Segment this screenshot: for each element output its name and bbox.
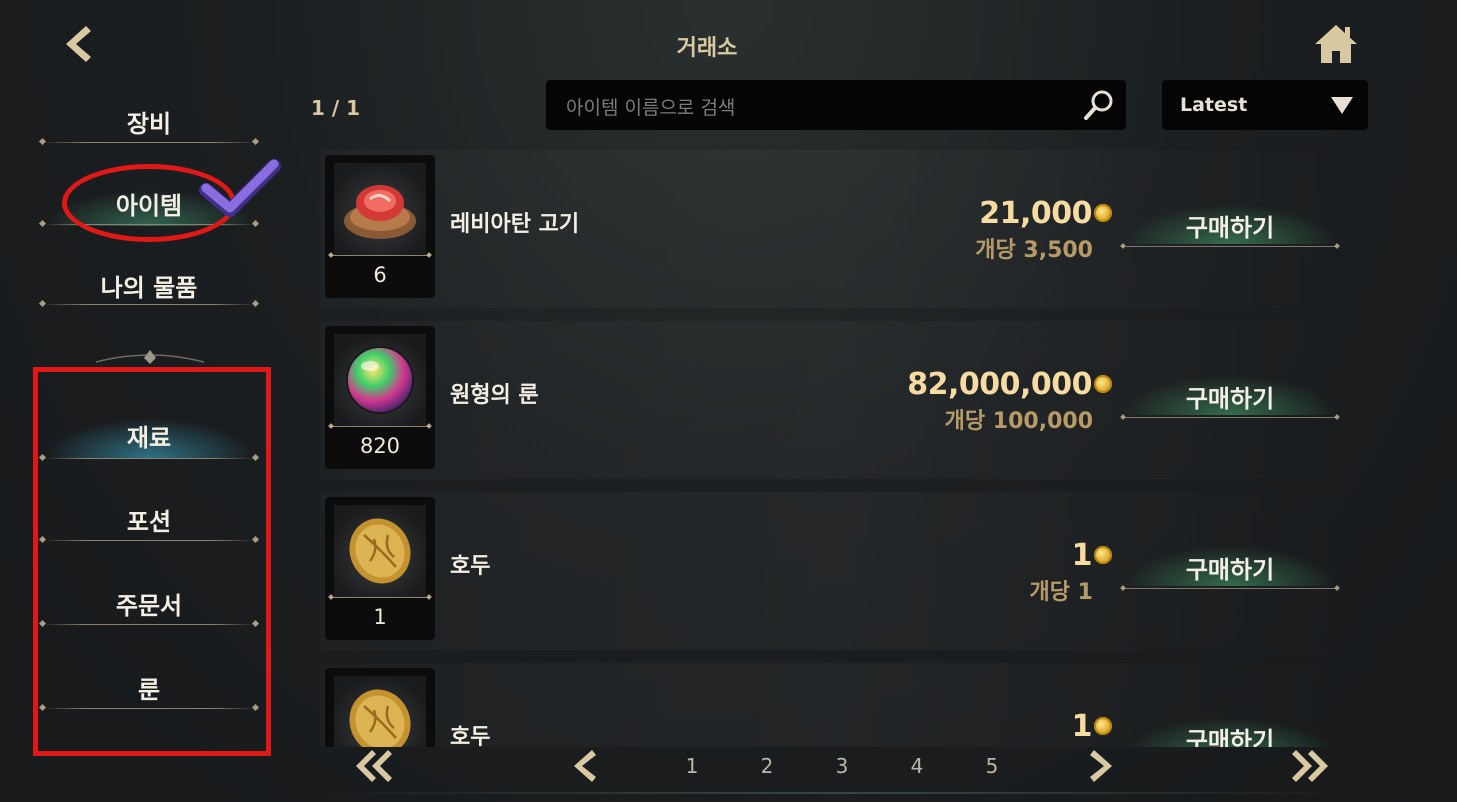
next-page-button[interactable] <box>1078 746 1126 786</box>
list-item: 820 원형의 룬 82,000,000 개당 100,000 구매하기 <box>320 321 1360 481</box>
sort-selected-value: Latest <box>1180 94 1248 116</box>
rune-orb-icon <box>346 346 414 414</box>
previous-page-button[interactable] <box>560 746 608 786</box>
divider <box>331 597 429 598</box>
buy-button[interactable]: 구매하기 <box>1122 367 1338 421</box>
search-input[interactable]: 아이템 이름으로 검색 <box>546 80 1126 130</box>
page-number[interactable]: 5 <box>977 754 1007 778</box>
item-list[interactable]: 6 레비아탄 고기 21,000 개당 3,500 구매하기 820 원형의 룬… <box>320 150 1360 747</box>
chevron-right-icon <box>1090 750 1112 782</box>
dropdown-arrow-icon <box>1331 97 1353 114</box>
buy-button-label: 구매하기 <box>1185 214 1275 242</box>
annotation-rectangle <box>33 367 271 756</box>
buy-button-label: 구매하기 <box>1185 385 1275 413</box>
bottom-divider <box>320 792 1360 794</box>
item-quantity: 6 <box>373 263 387 287</box>
list-item: 1 호두 1 개당 1 구매하기 <box>320 492 1360 652</box>
gold-coin-icon <box>1094 204 1112 222</box>
buy-button[interactable]: 구매하기 <box>1122 196 1338 250</box>
sidebar-item-my-items[interactable]: 나의 물품 <box>38 268 260 338</box>
divider <box>331 255 429 256</box>
search-icon[interactable] <box>1082 88 1116 122</box>
list-item: 호두 1 구매하기 <box>320 663 1360 747</box>
list-item: 6 레비아탄 고기 21,000 개당 3,500 구매하기 <box>320 150 1360 310</box>
item-name: 원형의 룬 <box>450 383 539 408</box>
double-chevron-right-icon <box>1292 750 1328 782</box>
meat-icon <box>344 185 416 239</box>
pagination: 1 2 3 4 5 <box>320 740 1360 790</box>
gold-coin-icon <box>1094 546 1112 564</box>
page-number[interactable]: 2 <box>752 754 782 778</box>
item-thumbnail <box>334 505 426 597</box>
unit-price: 개당 100,000 <box>944 409 1093 434</box>
walnut-icon <box>349 518 411 584</box>
divider <box>331 426 429 427</box>
item-slot[interactable] <box>325 668 435 747</box>
sort-dropdown[interactable]: Latest <box>1162 80 1368 130</box>
double-chevron-left-icon <box>356 750 392 782</box>
page-number[interactable]: 4 <box>902 754 932 778</box>
item-thumbnail <box>334 334 426 426</box>
item-name: 호두 <box>450 554 491 579</box>
item-thumbnail <box>334 163 426 255</box>
divider <box>1122 417 1338 418</box>
unit-price: 개당 1 <box>1029 580 1093 605</box>
item-quantity: 820 <box>359 434 401 458</box>
page-count: 1 / 1 <box>311 96 361 120</box>
item-thumbnail <box>334 676 426 747</box>
item-name: 레비아탄 고기 <box>450 212 580 237</box>
item-price: 1 <box>1071 709 1093 744</box>
item-slot[interactable]: 6 <box>325 155 435 298</box>
item-quantity: 1 <box>373 605 387 629</box>
item-price: 1 <box>1071 538 1093 573</box>
divider <box>1122 246 1338 247</box>
page-number[interactable]: 3 <box>827 754 857 778</box>
checkmark-icon <box>199 159 281 217</box>
divider <box>1122 588 1338 589</box>
gold-coin-icon <box>1094 717 1112 735</box>
gold-coin-icon <box>1094 375 1112 393</box>
sidebar-item-label: 장비 <box>126 110 172 138</box>
last-page-button[interactable] <box>1286 746 1334 786</box>
unit-price: 개당 3,500 <box>975 238 1093 263</box>
ornament-divider-icon <box>96 350 204 364</box>
page-title: 거래소 <box>676 36 738 61</box>
home-icon <box>1315 25 1357 63</box>
search-placeholder: 아이템 이름으로 검색 <box>566 97 736 119</box>
buy-button-label: 구매하기 <box>1185 556 1275 584</box>
first-page-button[interactable] <box>350 746 398 786</box>
item-price: 82,000,000 <box>907 367 1092 402</box>
walnut-icon <box>349 689 411 747</box>
item-price: 21,000 <box>979 196 1092 231</box>
page-number[interactable]: 1 <box>677 754 707 778</box>
chevron-left-icon <box>574 750 596 782</box>
home-button[interactable] <box>1312 22 1360 66</box>
divider <box>42 142 256 143</box>
item-slot[interactable]: 820 <box>325 326 435 469</box>
divider <box>42 304 256 305</box>
buy-button[interactable]: 구매하기 <box>1122 538 1338 592</box>
sidebar-item-label: 나의 물품 <box>100 274 198 302</box>
item-slot[interactable]: 1 <box>325 497 435 640</box>
